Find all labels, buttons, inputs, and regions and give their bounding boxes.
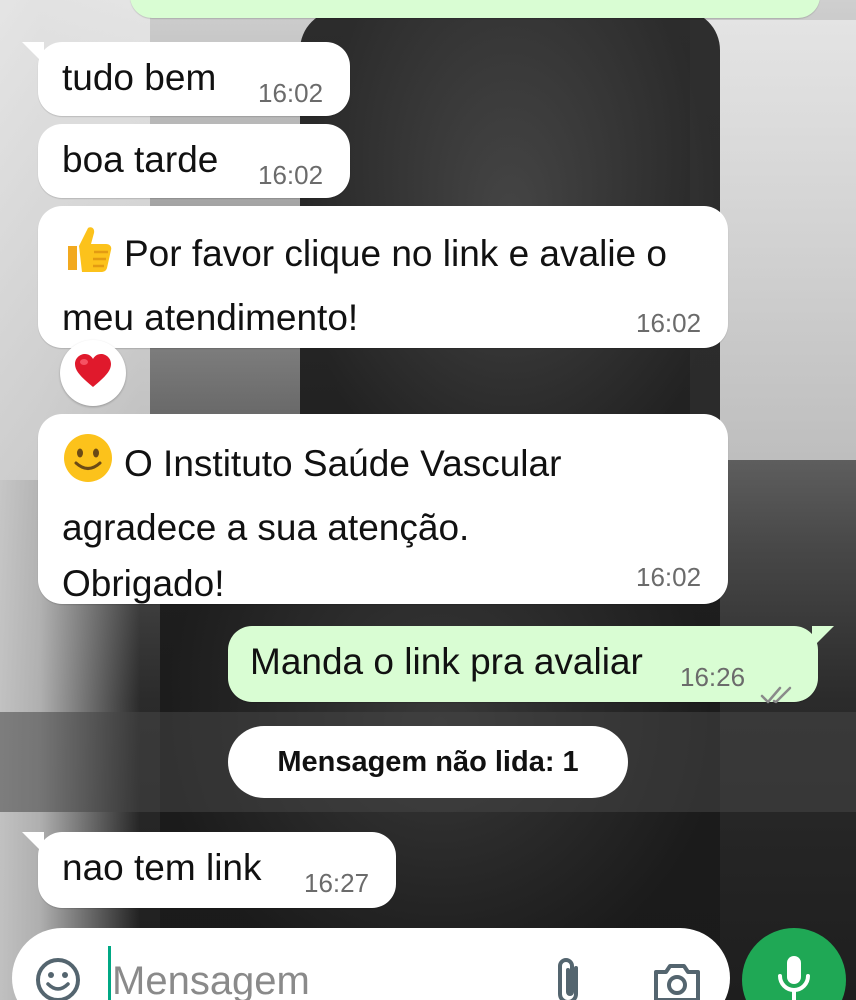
incoming-message[interactable]: O Instituto Saúde Vascular agradece a su…	[38, 414, 728, 604]
message-time: 16:02	[258, 160, 324, 190]
unread-label: Mensagem não lida: 1	[277, 745, 579, 778]
emoji-icon[interactable]	[34, 956, 82, 1000]
message-time: 16:02	[636, 308, 702, 338]
message-composer	[12, 928, 730, 1000]
microphone-icon	[774, 950, 814, 1000]
incoming-message[interactable]: nao tem link 16:27	[38, 832, 396, 908]
text-cursor	[108, 946, 111, 1000]
unread-messages-divider: Mensagem não lida: 1	[228, 726, 628, 798]
message-body: O Instituto Saúde Vascular agradece a su…	[62, 432, 622, 612]
message-input[interactable]	[112, 950, 532, 1000]
smiling-face-icon	[62, 432, 114, 500]
message-text: tudo bem	[62, 57, 217, 98]
bubble-tail	[22, 832, 44, 854]
paperclip-icon[interactable]	[552, 954, 588, 1000]
incoming-message[interactable]: boa tarde 16:02	[38, 124, 350, 198]
heart-icon	[73, 353, 113, 394]
thumbs-up-icon	[62, 222, 114, 290]
message-time: 16:02	[636, 562, 702, 592]
message-text: Por favor clique no link e avalie o meu …	[62, 232, 667, 338]
incoming-message[interactable]: Por favor clique no link e avalie o meu …	[38, 206, 728, 348]
bubble-tail	[812, 626, 834, 648]
message-text: nao tem link	[62, 847, 262, 888]
incoming-message[interactable]: tudo bem 16:02	[38, 42, 350, 116]
message-time: 16:26	[680, 662, 746, 692]
bubble-tail	[22, 42, 44, 64]
message-text: O Instituto Saúde Vascular agradece a su…	[62, 442, 562, 604]
message-text: boa tarde	[62, 139, 219, 180]
previous-message-bubble[interactable]	[130, 0, 820, 18]
message-time: 16:02	[258, 78, 324, 108]
message-time: 16:27	[304, 868, 370, 898]
camera-icon[interactable]	[652, 958, 702, 1000]
message-text: Manda o link pra avaliar	[250, 641, 643, 682]
message-body: Por favor clique no link e avalie o meu …	[62, 222, 702, 346]
outgoing-message[interactable]: Manda o link pra avaliar 16:26	[228, 626, 818, 704]
message-reaction[interactable]	[60, 340, 126, 406]
